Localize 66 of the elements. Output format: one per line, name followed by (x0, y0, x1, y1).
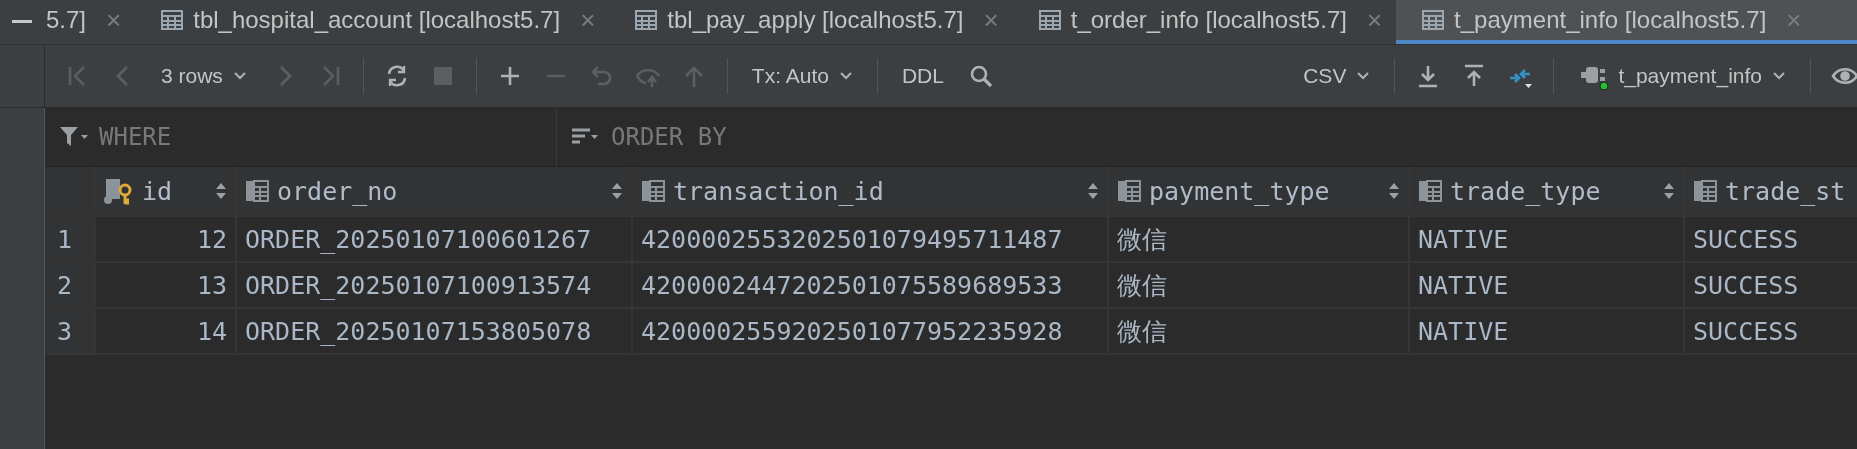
caret-icon (838, 71, 853, 81)
column-header[interactable]: transaction_id (633, 167, 1109, 215)
table-icon (161, 10, 184, 30)
key-column-icon (104, 177, 134, 205)
sort-icon[interactable] (1388, 182, 1400, 200)
editor-tab[interactable]: t_order_info [localhost5.7] × (1012, 0, 1397, 44)
caret-icon (1772, 71, 1786, 81)
row-number: 1 (45, 217, 96, 261)
column-header[interactable]: order_no (237, 167, 633, 215)
minimize-icon[interactable] (12, 20, 32, 24)
column-name: trade_st (1725, 176, 1847, 206)
editor-tab[interactable]: tbl_hospital_account [localhost5.7] × (135, 0, 610, 44)
table-cell: NATIVE (1410, 263, 1685, 307)
table-cell: SUCCESS (1685, 309, 1857, 353)
column-icon (245, 180, 269, 202)
column-header[interactable]: trade_type (1410, 167, 1685, 215)
table-icon (1422, 10, 1445, 30)
table-cell: 13 (96, 263, 237, 307)
editor-tab[interactable]: tbl_pay_apply [localhost5.7] × (609, 0, 1013, 44)
column-header[interactable]: trade_st (1685, 167, 1857, 215)
dropdown-button[interactable]: 3 rows (157, 64, 251, 88)
table-cell: ORDER_20250107153805078 (237, 309, 633, 353)
row-number: 3 (45, 309, 96, 353)
ddl-button[interactable]: DDL (897, 64, 948, 88)
column-header[interactable]: id (96, 167, 237, 215)
table-cell: ORDER_20250107100913574 (237, 263, 633, 307)
sort-icon[interactable] (1663, 182, 1675, 200)
dropdown-button[interactable]: CSV (1299, 64, 1375, 88)
column-name: order_no (277, 176, 399, 206)
table-icon (1038, 10, 1061, 30)
table-cell: 微信 (1109, 263, 1410, 307)
column-name: trade_type (1450, 176, 1602, 206)
column-icon (1693, 180, 1717, 202)
editor-tab[interactable]: t_payment_info [localhost5.7] × (1396, 0, 1857, 44)
table-cell: 4200002559202501077952235928 (633, 309, 1109, 353)
column-icon (1117, 180, 1141, 202)
table-cell: ORDER_20250107100601267 (237, 217, 633, 261)
table-cell: NATIVE (1410, 217, 1685, 261)
column-name: transaction_id (673, 176, 885, 206)
table-cell: 4200002553202501079495711487 (633, 217, 1109, 261)
column-name: payment_type (1149, 176, 1331, 206)
sort-icon[interactable] (611, 182, 623, 200)
table-cell: SUCCESS (1685, 217, 1857, 261)
column-header[interactable]: payment_type (1109, 167, 1410, 215)
row-number: 2 (45, 263, 96, 307)
order-by-field[interactable]: ORDER BY (609, 122, 873, 152)
sort-icon[interactable] (1087, 182, 1099, 200)
caret-icon (1356, 71, 1371, 81)
table-cell: 4200002447202501075589689533 (633, 263, 1109, 307)
table-cell: 微信 (1109, 217, 1410, 261)
where-field[interactable]: WHERE (97, 122, 361, 152)
column-icon (641, 180, 665, 202)
datasource-dropdown[interactable]: t_payment_info (1574, 61, 1790, 91)
table-cell: 14 (96, 309, 237, 353)
sort-icon[interactable] (215, 182, 227, 200)
editor-tab[interactable]: 5.7] × (44, 0, 136, 44)
table-cell: SUCCESS (1685, 263, 1857, 307)
column-icon (1418, 180, 1442, 202)
table-cell: 12 (96, 217, 237, 261)
table-cell: NATIVE (1410, 309, 1685, 353)
filter-icon[interactable] (59, 126, 89, 148)
column-name: id (142, 176, 174, 206)
table-icon (635, 10, 658, 30)
dropdown-button[interactable]: Tx: Auto (747, 64, 857, 88)
caret-icon (232, 71, 247, 81)
table-cell: 微信 (1109, 309, 1410, 353)
